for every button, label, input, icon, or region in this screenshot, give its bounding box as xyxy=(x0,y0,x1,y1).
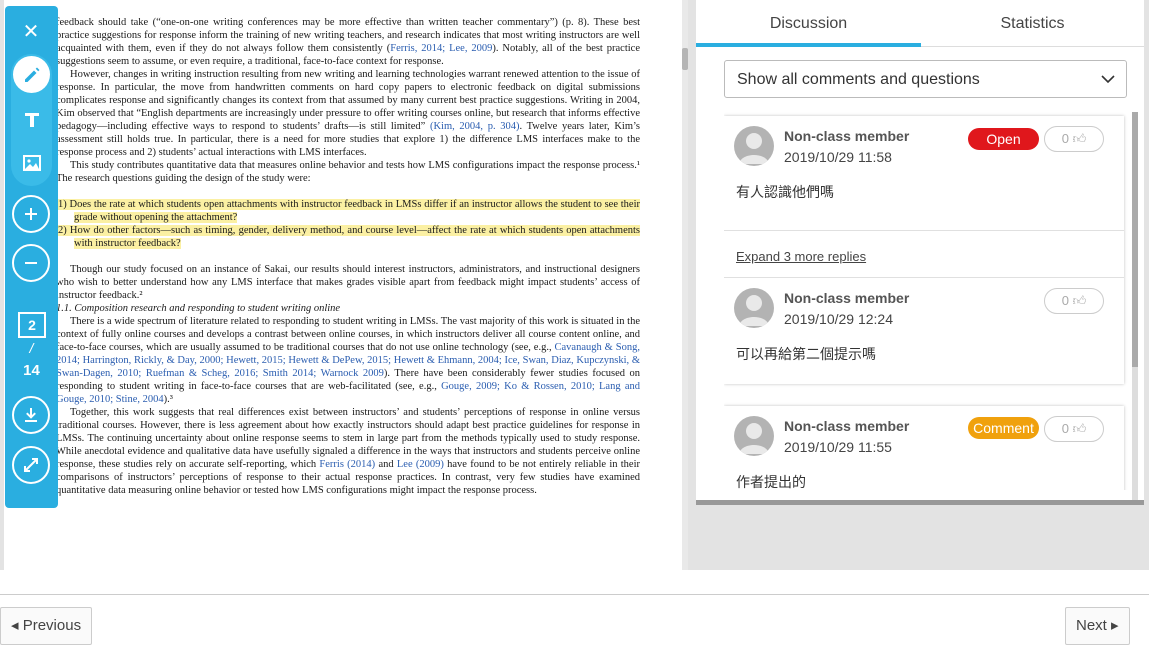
previous-button[interactable]: ◂ Previous xyxy=(0,607,93,645)
status-badge-comment: Comment xyxy=(968,417,1039,439)
annotation-toolbar: ✕ 2 / 14 xyxy=(5,6,58,508)
comment-filter-select[interactable]: Show all comments and questions xyxy=(724,60,1127,98)
zoom-in-button[interactable] xyxy=(12,195,50,233)
chevron-down-icon xyxy=(1101,75,1115,84)
page-separator: / xyxy=(29,340,34,356)
thumbs-up-icon: 👍︎ xyxy=(1072,293,1087,308)
user-icon xyxy=(739,133,769,164)
avatar xyxy=(734,126,774,166)
paragraph: feedback should take (“one-on-one writin… xyxy=(56,17,640,67)
fullscreen-button[interactable] xyxy=(12,446,50,484)
avatar xyxy=(734,288,774,328)
divider xyxy=(724,277,1124,278)
comment-card: Non-class member 2019/10/29 11:55 Commen… xyxy=(724,406,1124,490)
caret-left-icon: ◂ xyxy=(11,617,19,634)
comment-author: Non-class member xyxy=(784,418,910,434)
pencil-icon xyxy=(24,67,39,82)
zoom-out-button[interactable] xyxy=(12,244,50,282)
panel-tabs: Discussion Statistics xyxy=(696,0,1144,47)
comment-time: 2019/10/29 12:24 xyxy=(784,311,893,327)
pen-tool-button[interactable] xyxy=(13,56,50,93)
comment-text: 可以再給第二個提示嗎 xyxy=(736,346,876,362)
close-icon[interactable]: ✕ xyxy=(19,20,43,44)
citation-link[interactable]: Ferris, 2014; Lee, 2009 xyxy=(390,43,492,54)
comment-time: 2019/10/29 11:55 xyxy=(784,439,892,455)
comment-text: 作者提出的 xyxy=(736,474,806,490)
document-page: feedback should take (“one-on-one writin… xyxy=(4,0,682,570)
expand-icon xyxy=(24,458,38,472)
total-pages: 14 xyxy=(23,362,40,379)
comment-time: 2019/10/29 11:58 xyxy=(784,149,892,165)
paragraph: Though our study focused on an instance … xyxy=(56,264,640,301)
paragraph: There is a wide spectrum of literature r… xyxy=(56,316,641,405)
tab-statistics[interactable]: Statistics xyxy=(921,0,1144,47)
status-badge-open: Open xyxy=(968,128,1039,150)
like-button[interactable]: 0 👍︎ xyxy=(1044,126,1104,152)
citation-link[interactable]: Lee (2009) xyxy=(397,459,444,470)
filter-selected-value: Show all comments and questions xyxy=(737,71,980,88)
user-icon xyxy=(739,423,769,454)
thumbs-up-icon: 👍︎ xyxy=(1072,421,1087,436)
image-icon xyxy=(22,154,41,171)
text-icon xyxy=(24,112,39,127)
paragraph: This study contributes quantitative data… xyxy=(56,160,640,184)
comment-list-scrollbar[interactable] xyxy=(1132,112,1138,500)
like-button[interactable]: 0 👍︎ xyxy=(1044,288,1104,314)
research-questions: 1) Does the rate at which students open … xyxy=(56,198,640,250)
document-text: feedback should take (“one-on-one writin… xyxy=(56,16,640,497)
avatar xyxy=(734,416,774,456)
research-question-1[interactable]: 1) Does the rate at which students open … xyxy=(56,198,640,224)
panel-bottom-border xyxy=(696,500,1144,505)
tool-group xyxy=(11,54,52,186)
download-button[interactable] xyxy=(12,396,50,434)
minus-icon xyxy=(25,262,37,264)
paragraph: However, changes in writing instruction … xyxy=(56,69,640,158)
comment-card: Non-class member 2019/10/29 11:58 Open 0… xyxy=(724,116,1124,384)
discussion-panel-inner: Discussion Statistics Show all comments … xyxy=(696,0,1144,505)
scrollbar-thumb[interactable] xyxy=(1132,112,1138,367)
like-button[interactable]: 0 👍︎ xyxy=(1044,416,1104,442)
divider xyxy=(724,230,1124,231)
next-button[interactable]: Next ▸ xyxy=(1065,607,1130,645)
citation-link[interactable]: (Kim, 2004, p. 304) xyxy=(430,121,520,132)
section-heading: 1.1. Composition research and responding… xyxy=(56,303,341,314)
comment-author: Non-class member xyxy=(784,290,910,306)
plus-icon xyxy=(25,208,37,220)
citation-link[interactable]: Ferris (2014) xyxy=(319,459,375,470)
paragraph: Together, this work suggests that real d… xyxy=(56,407,640,496)
user-icon xyxy=(739,295,769,326)
image-tool-button[interactable] xyxy=(13,144,50,181)
footer-divider xyxy=(0,594,1149,595)
research-question-2[interactable]: 2) How do other factors—such as timing, … xyxy=(56,224,640,250)
discussion-panel: Discussion Statistics Show all comments … xyxy=(688,0,1149,570)
current-page-input[interactable]: 2 xyxy=(18,312,46,338)
text-tool-button[interactable] xyxy=(13,101,50,138)
document-viewer[interactable]: feedback should take (“one-on-one writin… xyxy=(0,0,688,570)
comment-author: Non-class member xyxy=(784,128,910,144)
caret-right-icon: ▸ xyxy=(1111,617,1119,634)
expand-replies-link[interactable]: Expand 3 more replies xyxy=(736,249,866,264)
download-icon xyxy=(25,408,37,422)
tab-discussion[interactable]: Discussion xyxy=(696,0,921,47)
comment-text: 有人認識他們嗎 xyxy=(736,184,834,200)
comment-list: Non-class member 2019/10/29 11:58 Open 0… xyxy=(724,112,1136,490)
thumbs-up-icon: 👍︎ xyxy=(1072,131,1087,146)
